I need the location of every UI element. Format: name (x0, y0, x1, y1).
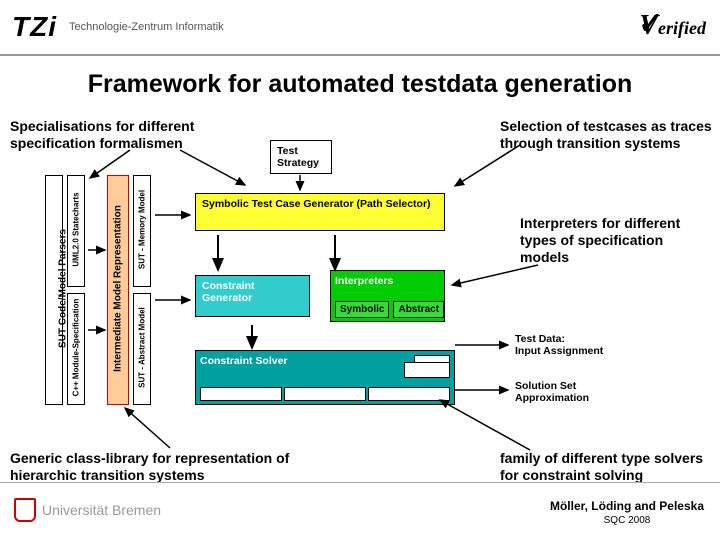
label-intermediate: Intermediate Model Representation (113, 192, 124, 386)
block-interpreters: Interpreters Symbolic Abstract (330, 270, 445, 322)
block-interval: Interval Analysis (200, 387, 282, 402)
label-test-data: Test Data: Input Assignment (515, 333, 635, 357)
annotation-top-left: Specialisations for different specificat… (10, 118, 230, 152)
block-symbolic: Symbolic (335, 301, 389, 318)
authors: Möller, Löding and Peleska (550, 499, 704, 513)
slide-title: Framework for automated testdata generat… (0, 70, 720, 99)
annotation-bottom-left: Generic class-library for representation… (10, 450, 330, 484)
block-constraint-generator: Constraint Generator (195, 275, 310, 317)
label-uml: UML2.0 Statecharts (72, 178, 81, 282)
label-abstract-model: SUT - Abstract Model (138, 296, 147, 400)
verified-text: erified (658, 18, 706, 38)
tzi-logo: TZi (12, 11, 57, 43)
label-interpreters: Interpreters (335, 275, 440, 287)
shield-icon (14, 498, 36, 522)
annotation-bottom-right: family of different type solvers for con… (500, 450, 715, 484)
tzi-subtitle: Technologie-Zentrum Informatik (69, 21, 224, 33)
block-test-strategy: Test Strategy (270, 140, 332, 174)
annotation-top-right: Selection of testcases as traces through… (500, 118, 715, 152)
block-linear: Linear Arithmetic (284, 387, 366, 402)
footer-bar: Universität Bremen Möller, Löding and Pe… (0, 482, 720, 540)
label-memory: SUT - Memory Model (138, 178, 147, 282)
diagram-area: SUT Code/Model Parsers UML2.0 Statechart… (45, 175, 675, 440)
university-logo: Universität Bremen (14, 498, 161, 522)
block-symbolic-generator: Symbolic Test Case Generator (Path Selec… (195, 193, 445, 231)
label-solution-set: Solution Set Approximation (515, 380, 635, 404)
block-bitvector: Bit-Vector (368, 387, 450, 402)
check-icon: ✓ (637, 4, 664, 42)
header-bar: TZi Technologie-Zentrum Informatik ✓ Ver… (0, 0, 720, 56)
block-boolean: Boolean (404, 362, 450, 378)
university-name: Universität Bremen (42, 502, 161, 518)
block-constraint-solver: Constraint Solver Interval Analysis Line… (195, 350, 455, 405)
verified-logo: ✓ Verified (639, 10, 706, 42)
conference: SQC 2008 (550, 515, 704, 526)
label-cpp: C++ Module-Specification (72, 292, 81, 404)
block-abstract: Abstract (393, 301, 444, 318)
